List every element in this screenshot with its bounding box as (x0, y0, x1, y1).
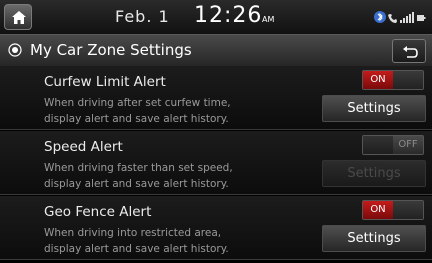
battery-icon (417, 15, 426, 21)
back-button[interactable] (392, 39, 426, 63)
list-item-geo-fence-alert: Geo Fence Alert When driving into restri… (0, 196, 432, 260)
item-title: Curfew Limit Alert (44, 74, 166, 90)
item-description-line: display alert and save alert history. (44, 178, 229, 190)
speed-toggle[interactable]: OFF (362, 135, 424, 155)
item-description-line: display alert and save alert history. (44, 113, 229, 125)
geo-fence-toggle[interactable]: ON (362, 200, 424, 220)
item-description-line: When driving after set curfew time, (44, 97, 231, 109)
status-ampm: AM (262, 15, 275, 24)
back-icon (403, 46, 418, 58)
status-bar: Feb. 1 12:26 AM (0, 0, 432, 34)
status-time: 12:26 (194, 3, 263, 28)
home-button[interactable] (4, 4, 32, 30)
signal-icon (400, 12, 414, 23)
geo-fence-settings-button[interactable]: Settings (322, 225, 426, 252)
status-date: Feb. 1 (115, 7, 170, 26)
phone-icon (388, 14, 397, 23)
settings-list: Curfew Limit Alert When driving after se… (0, 66, 432, 263)
item-title: Geo Fence Alert (44, 204, 152, 220)
item-description-line: When driving into restricted area, (44, 227, 222, 239)
item-description-line: When driving faster than set speed, (44, 162, 233, 174)
title-bar: My Car Zone Settings (0, 34, 432, 66)
list-item-curfew-limit-alert: Curfew Limit Alert When driving after se… (0, 66, 432, 130)
item-description: When driving after set curfew time, disp… (44, 95, 304, 127)
item-description: When driving into restricted area, displ… (44, 225, 304, 257)
toggle-label: OFF (393, 136, 423, 154)
bluetooth-icon (374, 11, 386, 23)
toggle-track (393, 201, 423, 219)
item-title: Speed Alert (44, 139, 123, 155)
toggle-label: ON (363, 201, 393, 219)
item-description: When driving faster than set speed, disp… (44, 160, 304, 192)
status-icons (374, 11, 426, 23)
settings-radio-icon (8, 43, 22, 57)
page-title: My Car Zone Settings (30, 41, 192, 59)
speed-settings-button[interactable]: Settings (322, 160, 426, 187)
curfew-toggle[interactable]: ON (362, 70, 424, 90)
list-item-speed-alert: Speed Alert When driving faster than set… (0, 131, 432, 195)
toggle-track (363, 136, 393, 154)
toggle-label: ON (363, 71, 393, 89)
toggle-track (393, 71, 423, 89)
curfew-settings-button[interactable]: Settings (322, 95, 426, 122)
item-description-line: display alert and save alert history. (44, 243, 229, 255)
home-icon (12, 11, 26, 24)
